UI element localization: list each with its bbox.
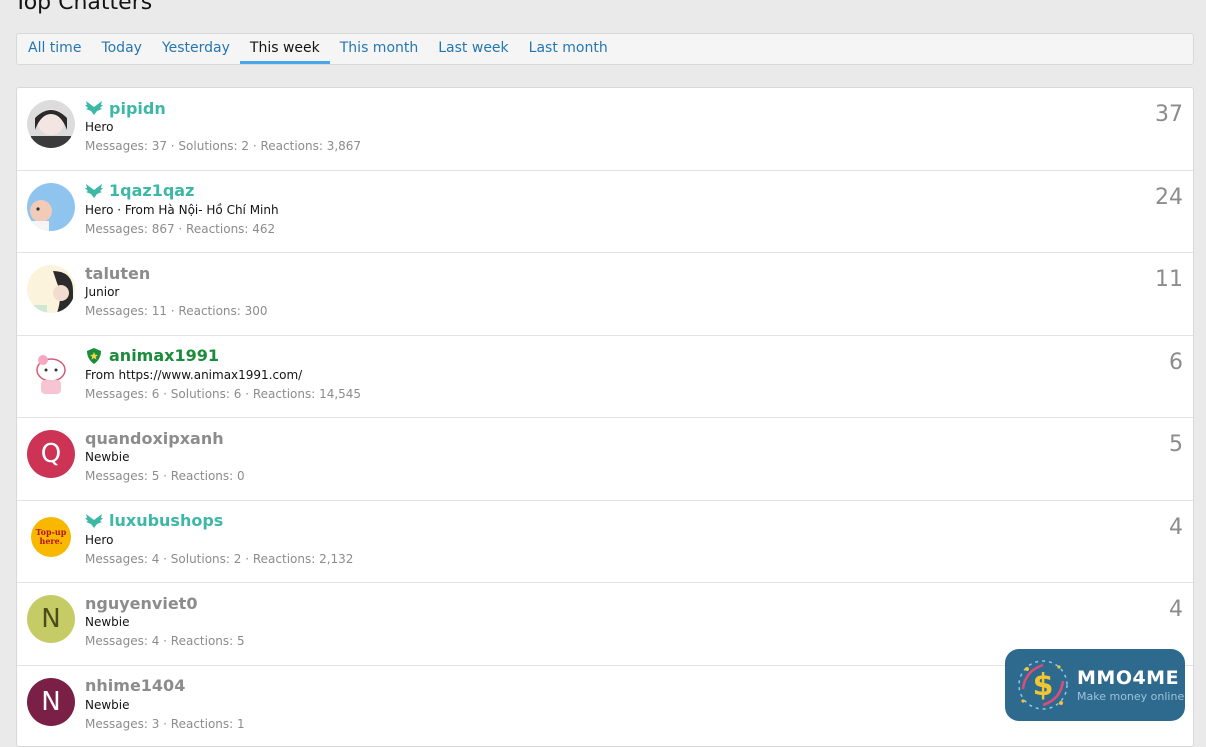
tab-today[interactable]: Today xyxy=(91,34,152,64)
avatar[interactable] xyxy=(27,348,75,396)
message-count: 4 xyxy=(1169,515,1183,540)
mmo4me-watermark: $ MMO4ME Make money online xyxy=(1005,649,1185,721)
user-title: From https://www.animax1991.com/ xyxy=(85,368,1113,385)
user-title: Newbie xyxy=(85,450,1113,467)
username-link[interactable]: animax1991 xyxy=(109,346,219,365)
user-title: Newbie xyxy=(85,698,1113,715)
avatar[interactable]: N xyxy=(27,678,75,726)
user-title: Hero · From Hà Nội- Hồ Chí Minh xyxy=(85,203,1113,220)
list-item: Q quandoxipxanh Newbie Messages: 5 · Rea… xyxy=(17,418,1193,501)
username-link[interactable]: pipidn xyxy=(109,99,166,118)
svg-text:here.: here. xyxy=(40,536,63,546)
user-title: Junior xyxy=(85,285,1113,302)
user-stats: Messages: 4 · Solutions: 2 · Reactions: … xyxy=(85,552,1113,566)
tab-last-week[interactable]: Last week xyxy=(428,34,518,64)
hero-wings-icon xyxy=(85,99,103,117)
list-item: animax1991 From https://www.animax1991.c… xyxy=(17,336,1193,419)
user-stats: Messages: 37 · Solutions: 2 · Reactions:… xyxy=(85,139,1113,153)
user-title: Hero xyxy=(85,533,1113,550)
svg-text:$: $ xyxy=(1033,668,1054,703)
tab-all-time[interactable]: All time xyxy=(18,34,91,64)
message-count: 11 xyxy=(1155,267,1183,292)
message-count: 37 xyxy=(1155,102,1183,127)
period-tabs: All time Today Yesterday This week This … xyxy=(16,33,1194,65)
list-item: taluten Junior Messages: 11 · Reactions:… xyxy=(17,253,1193,336)
user-stats: Messages: 6 · Solutions: 6 · Reactions: … xyxy=(85,387,1113,401)
message-count: 4 xyxy=(1169,597,1183,622)
avatar[interactable] xyxy=(27,100,75,148)
avatar[interactable]: Top-uphere. xyxy=(27,513,75,561)
user-title: Hero xyxy=(85,120,1113,137)
user-stats: Messages: 5 · Reactions: 0 xyxy=(85,469,1113,483)
list-item: pipidn Hero Messages: 37 · Solutions: 2 … xyxy=(17,88,1193,171)
user-stats: Messages: 3 · Reactions: 1 xyxy=(85,717,1113,731)
list-item: 1qaz1qaz Hero · From Hà Nội- Hồ Chí Minh… xyxy=(17,171,1193,254)
avatar[interactable] xyxy=(27,183,75,231)
hero-wings-icon xyxy=(85,512,103,530)
message-count: 6 xyxy=(1169,350,1183,375)
user-stats: Messages: 11 · Reactions: 300 xyxy=(85,304,1113,318)
message-count: 5 xyxy=(1169,432,1183,457)
tab-yesterday[interactable]: Yesterday xyxy=(152,34,240,64)
list-item: Top-uphere. luxubushops Hero Messages: 4… xyxy=(17,501,1193,584)
watermark-tagline: Make money online xyxy=(1077,690,1184,703)
moderator-shield-icon xyxy=(85,347,103,365)
tab-this-month[interactable]: This month xyxy=(330,34,429,64)
tab-this-week[interactable]: This week xyxy=(240,34,330,64)
avatar[interactable]: N xyxy=(27,595,75,643)
page-title: Top Chatters xyxy=(14,0,152,15)
avatar[interactable]: Q xyxy=(27,430,75,478)
dollar-coin-icon: $ xyxy=(1013,655,1073,715)
watermark-brand: MMO4ME xyxy=(1077,667,1184,689)
username-link[interactable]: 1qaz1qaz xyxy=(109,181,194,200)
username-link[interactable]: quandoxipxanh xyxy=(85,429,224,448)
user-stats: Messages: 4 · Reactions: 5 xyxy=(85,634,1113,648)
username-link[interactable]: taluten xyxy=(85,264,150,283)
avatar[interactable] xyxy=(27,265,75,313)
user-title: Newbie xyxy=(85,615,1113,632)
hero-wings-icon xyxy=(85,182,103,200)
username-link[interactable]: luxubushops xyxy=(109,511,223,530)
tab-last-month[interactable]: Last month xyxy=(519,34,618,64)
top-chatters-list: pipidn Hero Messages: 37 · Solutions: 2 … xyxy=(16,87,1194,747)
username-link[interactable]: nhime1404 xyxy=(85,676,185,695)
username-link[interactable]: nguyenviet0 xyxy=(85,594,197,613)
user-stats: Messages: 867 · Reactions: 462 xyxy=(85,222,1113,236)
message-count: 24 xyxy=(1155,185,1183,210)
